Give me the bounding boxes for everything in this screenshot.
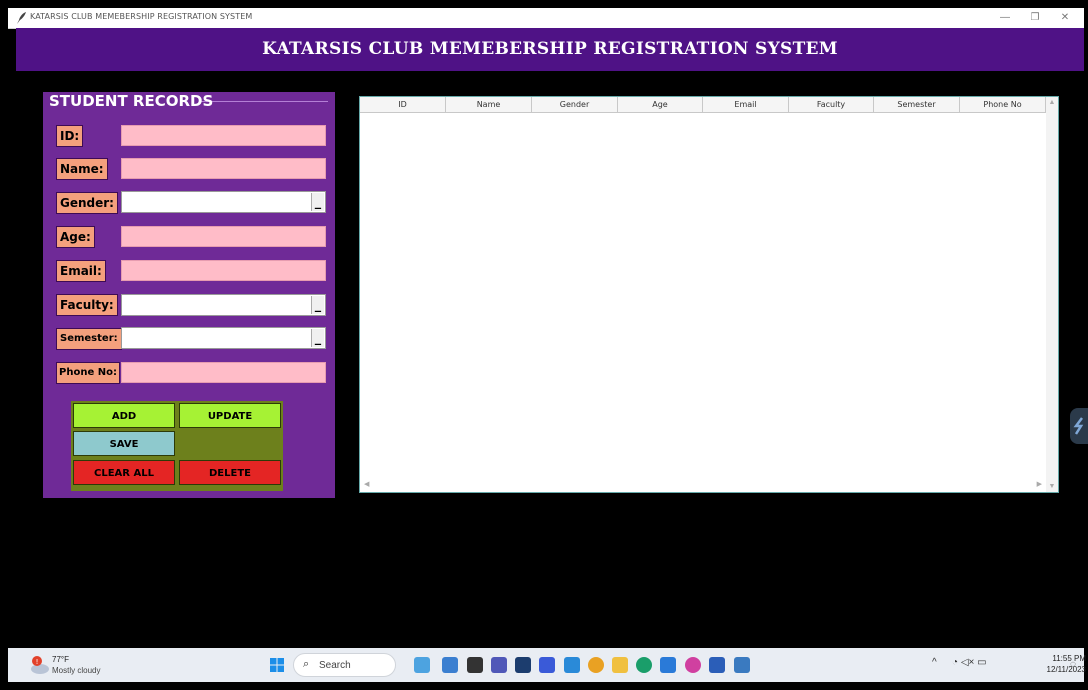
scroll-right-icon[interactable]: ▶	[1037, 480, 1042, 488]
weather-temperature: 77°F	[52, 655, 69, 664]
panel-border-line	[201, 101, 328, 102]
faculty-label: Faculty:	[56, 294, 118, 316]
column-header-phone[interactable]: Phone No	[960, 97, 1046, 112]
semester-label: Semester:	[56, 328, 122, 350]
app-icon[interactable]	[442, 657, 458, 673]
semester-combobox[interactable]: ▁	[121, 327, 326, 349]
scroll-down-icon[interactable]: ▼	[1046, 483, 1058, 490]
chrome-icon[interactable]	[588, 657, 604, 673]
gender-combobox[interactable]: ▁	[121, 191, 326, 213]
app-icon[interactable]	[539, 657, 555, 673]
file-explorer-icon[interactable]	[612, 657, 628, 673]
app-window: KATARSIS CLUB MEMEBERSHIP REGISTRATION S…	[8, 8, 1084, 648]
phone-label: Phone No:	[56, 362, 120, 384]
app-icon[interactable]	[564, 657, 580, 673]
dropdown-arrow-icon[interactable]: ▁	[311, 329, 324, 347]
age-label: Age:	[56, 226, 95, 248]
teams-icon[interactable]	[491, 657, 507, 673]
column-header-semester[interactable]: Semester	[874, 97, 960, 112]
app-banner: KATARSIS CLUB MEMEBERSHIP REGISTRATION S…	[16, 28, 1084, 71]
windows-start-icon[interactable]	[270, 658, 284, 672]
clear-all-button[interactable]: CLEAR ALL	[73, 460, 175, 485]
email-label: Email:	[56, 260, 106, 282]
column-header-gender[interactable]: Gender	[532, 97, 618, 112]
dropdown-arrow-icon[interactable]: ▁	[311, 296, 324, 314]
restore-button[interactable]: ❐	[1024, 10, 1046, 26]
column-header-name[interactable]: Name	[446, 97, 532, 112]
weather-description: Mostly cloudy	[52, 666, 101, 675]
python-icon[interactable]	[734, 657, 750, 673]
id-label: ID:	[56, 125, 84, 147]
save-button[interactable]: SAVE	[73, 431, 175, 456]
button-area: ADD UPDATE SAVE CLEAR ALL DELETE	[71, 401, 283, 491]
panel-title: STUDENT RECORDS	[49, 92, 214, 110]
phone-input[interactable]	[121, 362, 326, 383]
horizontal-scrollbar[interactable]: ◀ ▶	[360, 480, 1046, 492]
name-label: Name:	[56, 158, 108, 180]
faculty-combobox[interactable]: ▁	[121, 294, 326, 316]
student-records-panel: STUDENT RECORDS ID: Name: Gender: ▁ Age:…	[43, 92, 335, 498]
column-header-faculty[interactable]: Faculty	[789, 97, 874, 112]
vertical-scrollbar[interactable]: ▲ ▼	[1046, 97, 1058, 492]
add-button[interactable]: ADD	[73, 403, 175, 428]
name-input[interactable]	[121, 158, 326, 179]
title-bar[interactable]: KATARSIS CLUB MEMEBERSHIP REGISTRATION S…	[8, 8, 1084, 29]
scroll-left-icon[interactable]: ◀	[364, 480, 369, 488]
close-button[interactable]: ✕	[1054, 10, 1076, 26]
vscode-icon[interactable]	[660, 657, 676, 673]
table-header: ID Name Gender Age Email Faculty Semeste…	[360, 97, 1046, 113]
tray-chevron-icon[interactable]: ^	[932, 657, 937, 668]
tray-wifi-sound-battery-icon[interactable]: ◔ ◁× ▭	[952, 657, 987, 668]
dropdown-arrow-icon[interactable]: ▁	[311, 193, 324, 211]
window-title: KATARSIS CLUB MEMEBERSHIP REGISTRATION S…	[30, 12, 253, 21]
taskbar: ! 77°F Mostly cloudy ⌕ Search ^ ◔ ◁× ▭ 1…	[8, 648, 1086, 682]
task-view-icon[interactable]	[467, 657, 483, 673]
side-widget-tab[interactable]	[1070, 408, 1088, 444]
edge-icon[interactable]	[636, 657, 652, 673]
clock-time[interactable]: 11:55 PM	[1048, 654, 1086, 663]
search-icon: ⌕	[303, 658, 310, 670]
minimize-button[interactable]: —	[994, 10, 1016, 26]
taskbar-search[interactable]: ⌕ Search	[293, 653, 396, 677]
widgets-app-icon[interactable]	[414, 657, 430, 673]
app-icon[interactable]	[515, 657, 531, 673]
age-input[interactable]	[121, 226, 326, 247]
column-header-age[interactable]: Age	[618, 97, 703, 112]
svg-text:!: !	[36, 658, 39, 666]
records-table[interactable]: ID Name Gender Age Email Faculty Semeste…	[359, 96, 1059, 493]
widget-s-icon	[1073, 417, 1084, 435]
gender-label: Gender:	[56, 192, 118, 214]
delete-button[interactable]: DELETE	[179, 460, 281, 485]
screen-frame: KATARSIS CLUB MEMEBERSHIP REGISTRATION S…	[0, 0, 1088, 690]
email-input[interactable]	[121, 260, 326, 281]
clock-date[interactable]: 12/11/2023	[1038, 665, 1086, 674]
column-header-id[interactable]: ID	[360, 97, 446, 112]
notification-bell-icon[interactable]: ◌	[1070, 659, 1076, 670]
search-placeholder: Search	[319, 660, 351, 671]
tk-feather-icon	[17, 12, 26, 24]
weather-cloudy-icon[interactable]: !	[28, 655, 50, 675]
id-input[interactable]	[121, 125, 326, 146]
scroll-up-icon[interactable]: ▲	[1046, 99, 1058, 106]
update-button[interactable]: UPDATE	[179, 403, 281, 428]
column-header-email[interactable]: Email	[703, 97, 789, 112]
app-icon[interactable]	[685, 657, 701, 673]
word-icon[interactable]	[709, 657, 725, 673]
